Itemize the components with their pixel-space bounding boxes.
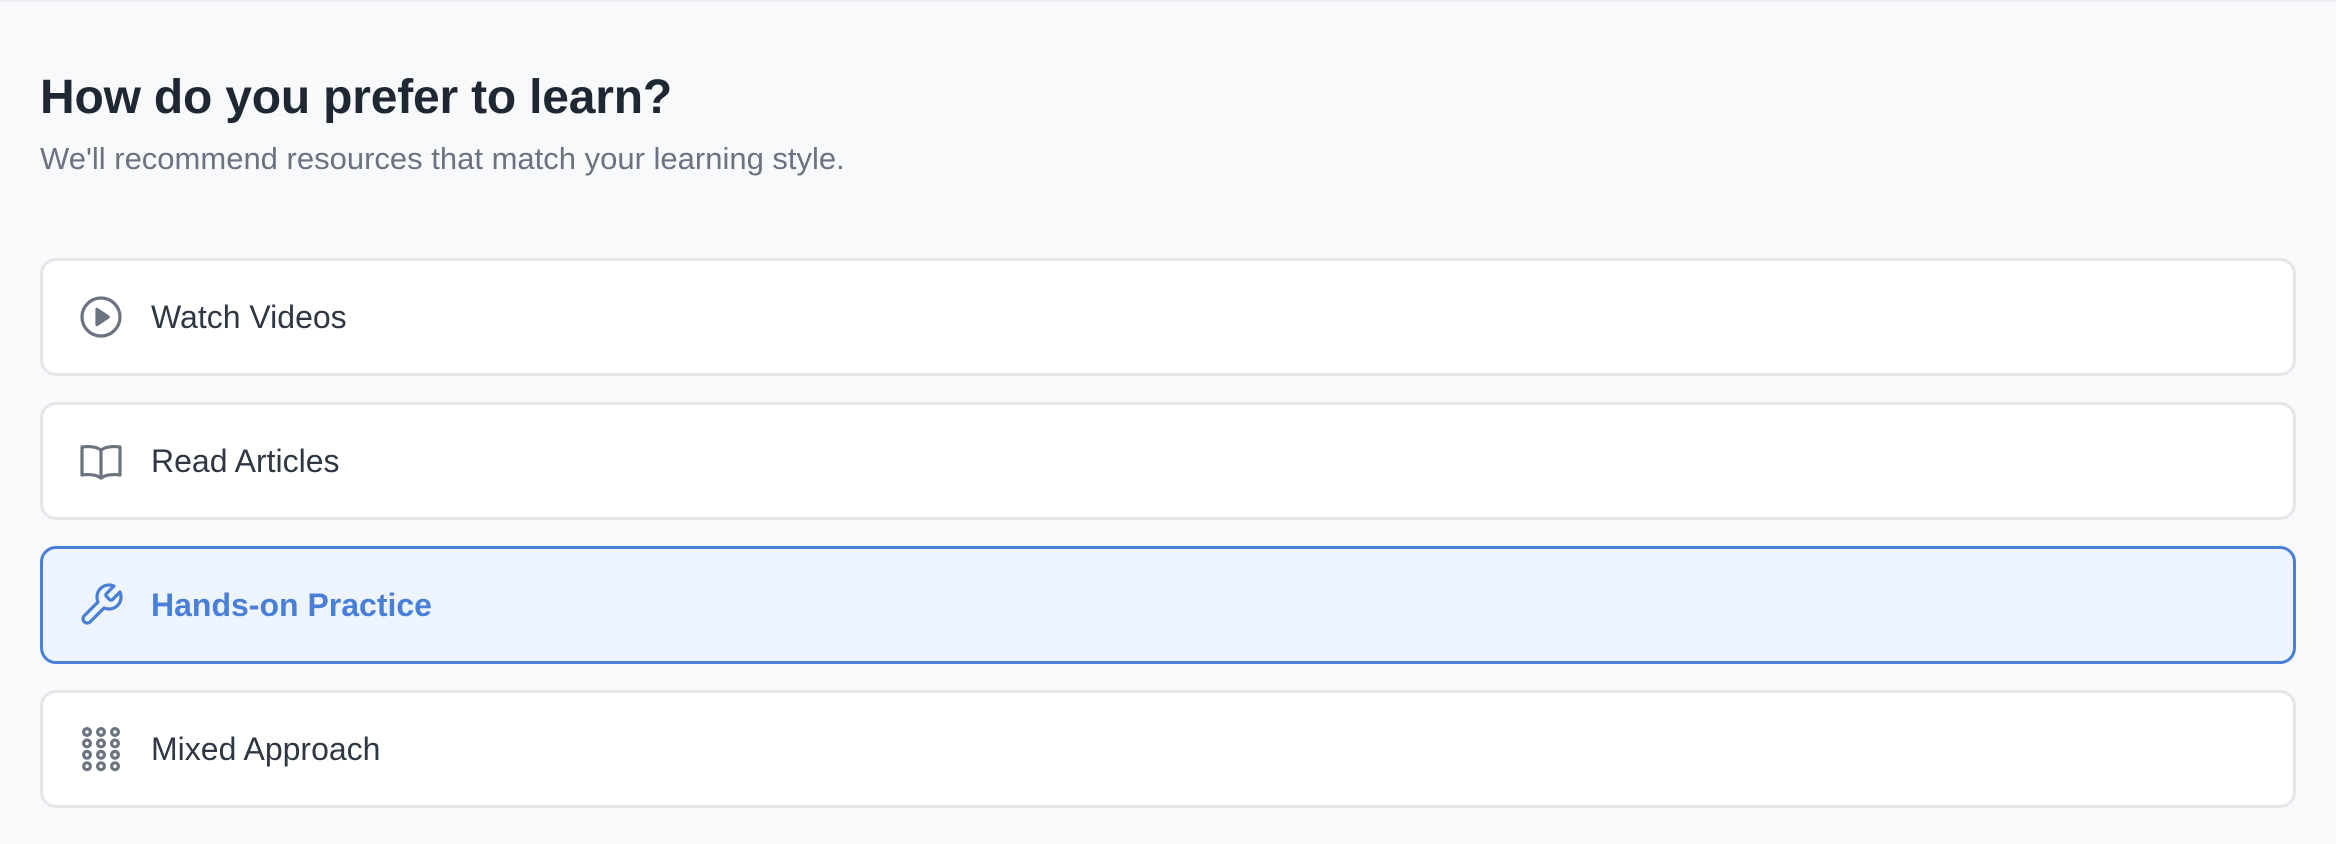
option-hands-on-practice[interactable]: Hands-on Practice	[40, 546, 2296, 664]
options-list: Watch Videos Read Articles Hands-on Prac…	[40, 258, 2296, 834]
option-label: Read Articles	[151, 443, 340, 479]
top-divider	[0, 0, 2336, 2]
option-label: Watch Videos	[151, 299, 347, 335]
option-read-articles[interactable]: Read Articles	[40, 402, 2296, 520]
option-label: Mixed Approach	[151, 731, 381, 767]
option-mixed-approach[interactable]: Mixed Approach	[40, 690, 2296, 808]
wrench-icon	[77, 581, 125, 629]
option-label: Hands-on Practice	[151, 587, 432, 623]
play-circle-icon	[77, 293, 125, 341]
open-book-icon	[77, 437, 125, 485]
learning-preference-panel: How do you prefer to learn? We'll recomm…	[40, 68, 2296, 808]
grid-dots-icon	[77, 725, 125, 773]
option-watch-videos[interactable]: Watch Videos	[40, 258, 2296, 376]
page-title: How do you prefer to learn?	[40, 71, 672, 124]
page-subtitle: We'll recommend resources that match you…	[40, 141, 845, 176]
